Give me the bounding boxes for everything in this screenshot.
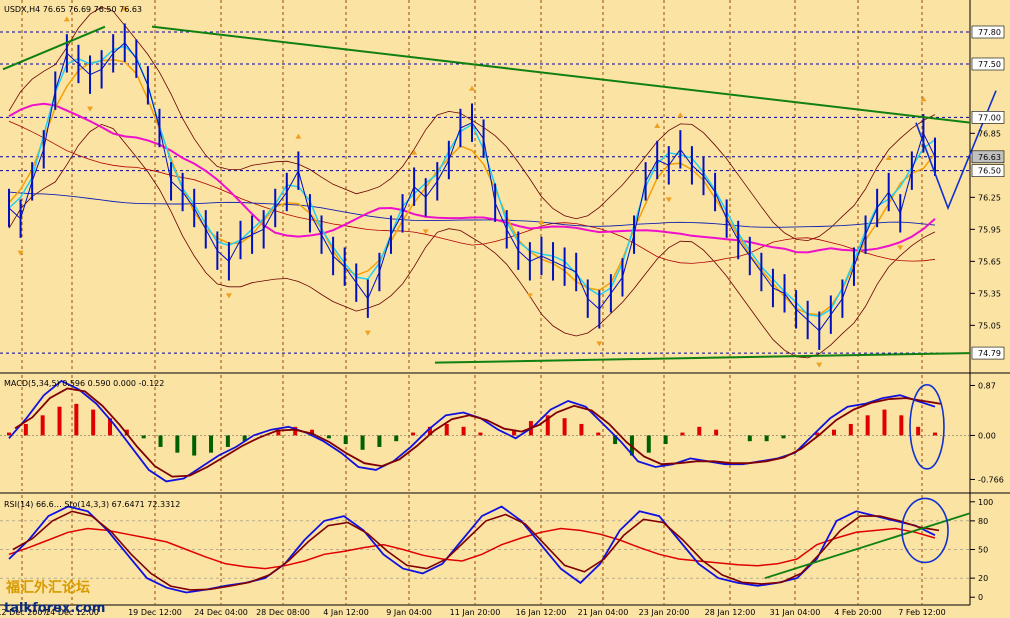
x-tick-label: 31 Jan 04:00	[770, 608, 821, 617]
price-tick-label: 77.50	[978, 60, 1001, 69]
price-tick-label: 76.50	[978, 167, 1001, 176]
macd-histogram-bar	[7, 432, 11, 436]
x-tick-label: 11 Jan 20:00	[450, 608, 501, 617]
macd-histogram-bar	[225, 435, 230, 447]
x-tick-label: 4 Jan 12:00	[323, 608, 369, 617]
macd-histogram-bar	[764, 435, 769, 442]
macd-histogram-bar	[916, 426, 921, 436]
macd-histogram-bar	[175, 435, 180, 453]
price-tick-label: 77.80	[978, 28, 1001, 37]
price-tick-label: 76.25	[978, 193, 1001, 202]
macd-histogram-bar	[326, 435, 331, 439]
macd-histogram-bar	[562, 418, 567, 436]
macd-histogram-bar	[831, 429, 836, 436]
macd-histogram-bar	[158, 435, 163, 447]
macd-histogram-bar	[579, 423, 584, 436]
macd-histogram-bar	[697, 426, 702, 436]
x-tick-label: 23 Jan 20:00	[639, 608, 690, 617]
macd-histogram-bar	[23, 423, 28, 436]
forex-chart: 12 Dec 200714 Dec 12:00 19 Dec 12:00 24 De…	[0, 0, 1010, 618]
macd-histogram-bar	[209, 435, 214, 453]
rsi-header: RSI(14) 66.6… Sto(14,3,3) 67.6471 72.331…	[4, 500, 180, 509]
symbol-label: USDX,H4 76.65 76.69 76.50 76.63	[4, 5, 142, 14]
macd-histogram-bar	[899, 415, 904, 436]
macd-histogram-bar	[343, 435, 348, 445]
axis-strip	[970, 0, 1010, 618]
price-tick-label: 76.63	[978, 153, 1001, 162]
macd-tick-label: 0.87	[978, 381, 996, 390]
macd-histogram-bar	[680, 432, 685, 436]
price-tick-label: 76.85	[978, 129, 1001, 138]
x-tick-label: 16 Jan 12:00	[516, 608, 567, 617]
x-tick-label: 7 Feb 12:00	[898, 608, 945, 617]
x-tick-label: 4 Feb 20:00	[834, 608, 881, 617]
svg-text:福汇外汇论坛: 福汇外汇论坛	[5, 579, 90, 596]
macd-histogram-bar	[40, 415, 45, 436]
price-tick-label: 74.79	[978, 349, 1001, 358]
macd-histogram-bar	[646, 435, 651, 453]
x-tick-label: 24 Dec 04:00	[194, 608, 248, 617]
x-tick-label: 28 Dec 08:00	[256, 608, 310, 617]
macd-histogram-bar	[933, 432, 937, 436]
macd-histogram-bar	[360, 435, 365, 450]
macd-histogram-bar	[394, 435, 399, 442]
macd-histogram-bar	[865, 415, 870, 436]
rsi-tick-label: 80	[978, 517, 988, 526]
macd-histogram-bar	[461, 426, 466, 436]
macd-histogram-bar	[91, 409, 96, 436]
macd-histogram-bar	[411, 432, 416, 436]
rsi-pane	[0, 495, 970, 605]
rsi-tick-label: 20	[978, 574, 988, 583]
price-tick-label: 77.00	[978, 113, 1001, 122]
macd-header: MACD(5,34,5) 0.596 0.590 0.000 -0.122	[4, 379, 164, 388]
macd-histogram-bar	[74, 403, 79, 436]
rsi-tick-label: 100	[978, 498, 993, 507]
price-tick-label: 75.35	[978, 289, 1001, 298]
macd-tick-label: -0.766	[978, 475, 1004, 484]
price-tick-label: 75.95	[978, 225, 1001, 234]
macd-histogram-bar	[444, 423, 449, 436]
macd-histogram-bar	[747, 435, 752, 442]
x-tick-label: 19 Dec 12:00	[128, 608, 182, 617]
macd-histogram-bar	[57, 406, 62, 436]
x-tick-label: 9 Jan 04:00	[386, 608, 432, 617]
x-tick-label: 21 Jan 04:00	[578, 608, 629, 617]
rsi-tick-label: 0	[978, 593, 983, 602]
macd-tick-label: 0.00	[978, 431, 996, 440]
macd-histogram-bar	[663, 435, 668, 445]
macd-pane	[0, 375, 970, 491]
macd-histogram-bar	[192, 435, 197, 456]
price-tick-label: 75.65	[978, 257, 1001, 266]
macd-histogram-bar	[377, 435, 382, 447]
x-tick-label: 28 Jan 12:00	[705, 608, 756, 617]
price-tick-label: 75.05	[978, 321, 1001, 330]
macd-histogram-bar	[848, 423, 853, 436]
macd-histogram-bar	[478, 432, 483, 436]
svg-text:talkforex.com: talkforex.com	[4, 601, 105, 616]
macd-histogram-bar	[596, 432, 601, 436]
price-pane	[0, 0, 970, 372]
macd-histogram-bar	[141, 435, 146, 439]
rsi-tick-label: 50	[978, 546, 988, 555]
macd-histogram-bar	[882, 409, 887, 436]
macd-histogram-bar	[781, 435, 786, 439]
macd-histogram-bar	[714, 429, 719, 436]
